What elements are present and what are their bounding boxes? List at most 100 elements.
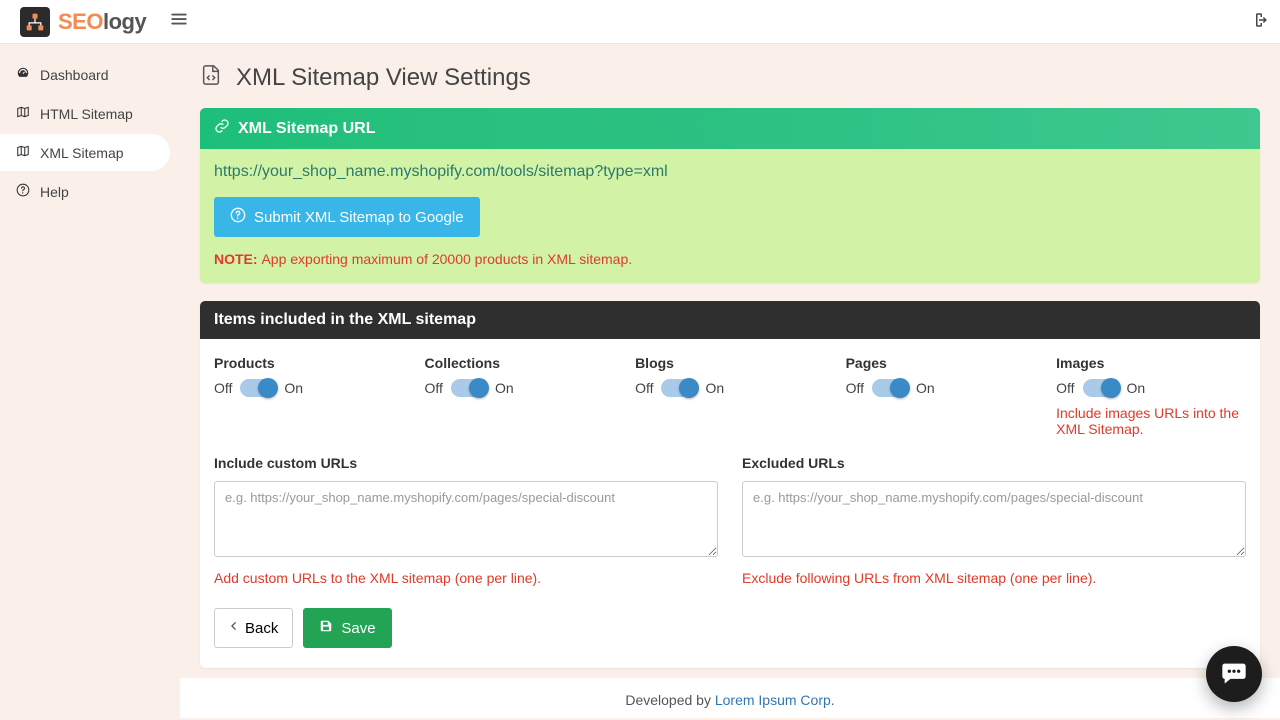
switch-knob — [258, 378, 278, 398]
toggle-on-label: On — [705, 380, 724, 396]
file-code-icon — [200, 64, 222, 92]
back-button[interactable]: Back — [214, 608, 293, 648]
toggle-label: Images — [1056, 355, 1246, 371]
toggle-on-label: On — [1127, 380, 1146, 396]
sidebar-item-html-sitemap[interactable]: HTML Sitemap — [0, 95, 170, 132]
toggle-products: Products Off On — [214, 355, 404, 437]
sidebar-item-help[interactable]: Help — [0, 173, 170, 210]
toggle-control: Off On — [214, 379, 404, 397]
toggle-pages: Pages Off On — [846, 355, 1036, 437]
sidebar-item-label: Help — [40, 184, 69, 200]
exclude-urls-input[interactable] — [742, 481, 1246, 557]
sidebar-item-label: Dashboard — [40, 67, 109, 83]
include-urls-input[interactable] — [214, 481, 718, 557]
sitemap-url-link[interactable]: https://your_shop_name.myshopify.com/too… — [214, 163, 1246, 181]
page-title: XML Sitemap View Settings — [200, 64, 1260, 92]
include-urls-help: Add custom URLs to the XML sitemap (one … — [214, 570, 718, 586]
footer-link[interactable]: Lorem Ipsum Corp — [715, 692, 831, 708]
switch-knob — [890, 378, 910, 398]
note-label: NOTE: — [214, 251, 261, 267]
toggle-off-label: Off — [635, 380, 653, 396]
note-text: App exporting maximum of 20000 products … — [261, 251, 632, 267]
actions-row: Back Save — [214, 608, 1246, 648]
sidebar: Dashboard HTML Sitemap XML Sitemap Help — [0, 44, 180, 720]
toggle-label: Pages — [846, 355, 1036, 371]
switch[interactable] — [872, 379, 908, 397]
back-button-label: Back — [245, 620, 278, 637]
switch[interactable] — [451, 379, 487, 397]
toggle-control: Off On — [846, 379, 1036, 397]
chat-icon — [1220, 659, 1248, 690]
xml-url-card-title: XML Sitemap URL — [238, 120, 376, 138]
toggle-on-label: On — [495, 380, 514, 396]
toggle-off-label: Off — [846, 380, 864, 396]
items-card-header: Items included in the XML sitemap — [200, 301, 1260, 339]
switch[interactable] — [661, 379, 697, 397]
toggle-off-label: Off — [425, 380, 443, 396]
hamburger-icon[interactable] — [170, 10, 188, 33]
switch-knob — [679, 378, 699, 398]
brand-text: SEOlogy — [58, 9, 146, 35]
save-button-label: Save — [341, 620, 375, 637]
toggle-collections: Collections Off On — [425, 355, 615, 437]
toggle-label: Collections — [425, 355, 615, 371]
exclude-urls-col: Excluded URLs Exclude following URLs fro… — [742, 455, 1246, 586]
toggle-off-label: Off — [214, 380, 232, 396]
main: XML Sitemap View Settings XML Sitemap UR… — [180, 44, 1280, 678]
exclude-urls-help: Exclude following URLs from XML sitemap … — [742, 570, 1246, 586]
footer-post: . — [831, 692, 835, 708]
link-icon — [214, 118, 230, 139]
switch[interactable] — [240, 379, 276, 397]
switch[interactable] — [1083, 379, 1119, 397]
topbar: SEOlogy — [0, 0, 1280, 44]
toggle-on-label: On — [916, 380, 935, 396]
submit-sitemap-label: Submit XML Sitemap to Google — [254, 209, 464, 226]
brand[interactable]: SEOlogy — [0, 7, 146, 37]
toggle-label: Blogs — [635, 355, 825, 371]
footer-pre: Developed by — [625, 692, 715, 708]
map-icon — [16, 144, 30, 161]
save-icon — [319, 619, 333, 637]
toggle-control: Off On — [1056, 379, 1246, 397]
question-circle-icon — [230, 207, 246, 227]
xml-url-card-body: https://your_shop_name.myshopify.com/too… — [200, 149, 1260, 283]
save-button[interactable]: Save — [303, 608, 391, 648]
urls-row: Include custom URLs Add custom URLs to t… — [214, 455, 1246, 586]
sidebar-item-xml-sitemap[interactable]: XML Sitemap — [0, 134, 170, 171]
note-line: NOTE: App exporting maximum of 20000 pro… — [214, 251, 1246, 267]
submit-sitemap-button[interactable]: Submit XML Sitemap to Google — [214, 197, 480, 237]
exclude-urls-label: Excluded URLs — [742, 455, 1246, 471]
page-title-text: XML Sitemap View Settings — [236, 64, 531, 92]
toggle-label: Products — [214, 355, 404, 371]
sidebar-item-label: HTML Sitemap — [40, 106, 133, 122]
chat-fab[interactable] — [1206, 646, 1262, 702]
include-urls-label: Include custom URLs — [214, 455, 718, 471]
toggle-off-label: Off — [1056, 380, 1074, 396]
brand-accent: SEO — [58, 9, 103, 34]
toggle-control: Off On — [425, 379, 615, 397]
brand-logo-icon — [20, 7, 50, 37]
question-icon — [16, 183, 30, 200]
include-urls-col: Include custom URLs Add custom URLs to t… — [214, 455, 718, 586]
switch-knob — [469, 378, 489, 398]
map-icon — [16, 105, 30, 122]
items-card-body: Products Off On Collections Off On — [200, 339, 1260, 668]
logout-icon[interactable] — [1250, 11, 1268, 32]
xml-url-card-header: XML Sitemap URL — [200, 108, 1260, 149]
switch-knob — [1101, 378, 1121, 398]
chevron-left-icon — [229, 619, 239, 637]
topbar-left: SEOlogy — [0, 7, 188, 37]
toggle-control: Off On — [635, 379, 825, 397]
toggle-help: Include images URLs into the XML Sitemap… — [1056, 405, 1246, 437]
xml-url-card: XML Sitemap URL https://your_shop_name.m… — [200, 108, 1260, 283]
footer: Developed by Lorem Ipsum Corp. — [180, 678, 1280, 718]
sidebar-item-label: XML Sitemap — [40, 145, 124, 161]
toggles-row: Products Off On Collections Off On — [214, 355, 1246, 437]
dashboard-icon — [16, 66, 30, 83]
brand-rest: logy — [103, 9, 146, 34]
items-card: Items included in the XML sitemap Produc… — [200, 301, 1260, 668]
sidebar-item-dashboard[interactable]: Dashboard — [0, 56, 170, 93]
toggle-images: Images Off On Include images URLs into t… — [1056, 355, 1246, 437]
toggle-blogs: Blogs Off On — [635, 355, 825, 437]
toggle-on-label: On — [284, 380, 303, 396]
